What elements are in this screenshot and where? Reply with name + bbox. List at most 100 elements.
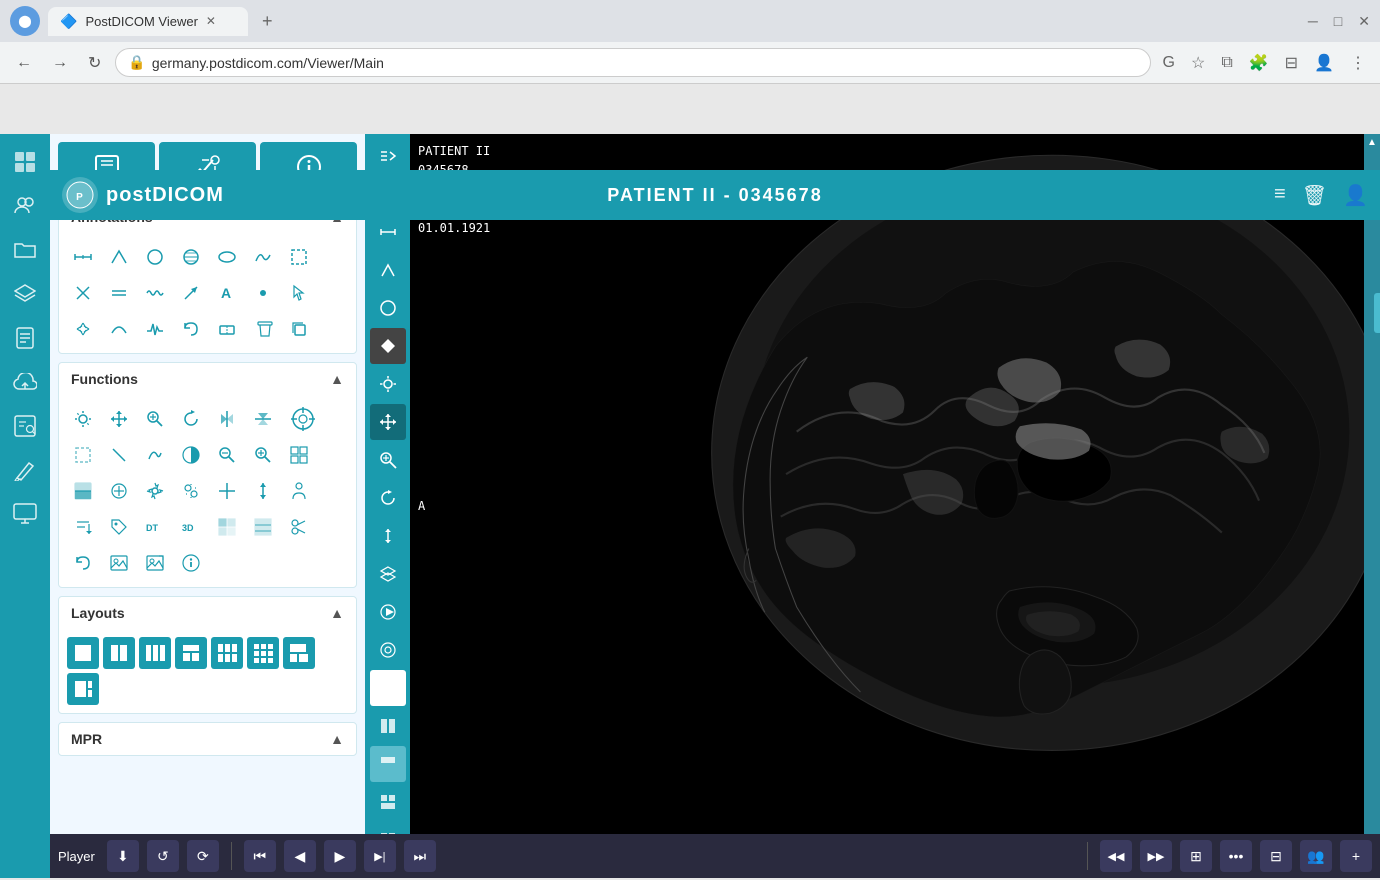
sharpen-fn-tool[interactable] <box>103 475 135 507</box>
refresh-btn[interactable]: ↻ <box>82 49 107 77</box>
ellipse-tool[interactable] <box>211 241 243 273</box>
url-input[interactable] <box>152 55 1138 71</box>
layouts-header[interactable]: Layouts ▲ <box>59 597 356 629</box>
whitebox-vtool[interactable] <box>370 670 406 706</box>
dt-fn-tool[interactable]: DT <box>139 511 171 543</box>
grid3-fn-tool[interactable] <box>247 511 279 543</box>
trash-action-icon[interactable]: 🗑 <box>1302 183 1327 208</box>
sort-fn-tool[interactable] <box>67 511 99 543</box>
functions-header[interactable]: Functions ▲ <box>59 363 356 395</box>
scroll-up-arrow[interactable]: ▲ <box>1364 134 1380 151</box>
player-prev-btn[interactable]: ◀ <box>284 840 316 872</box>
clear-tool[interactable] <box>247 313 279 345</box>
zoom-vtool[interactable] <box>370 442 406 478</box>
tag-fn-tool[interactable] <box>103 511 135 543</box>
sidebar-icon-grid[interactable] <box>5 142 45 182</box>
grid2-fn-tool[interactable] <box>211 511 243 543</box>
window-fn-tool[interactable] <box>283 439 315 471</box>
functions-toggle[interactable]: ▲ <box>330 371 344 387</box>
scissors-fn-tool[interactable] <box>283 511 315 543</box>
wave-tool[interactable] <box>139 277 171 309</box>
eraser-tool[interactable] <box>211 313 243 345</box>
close-btn[interactable]: ✕ <box>1358 13 1370 30</box>
back-btn[interactable]: ← <box>10 50 38 76</box>
bookmark-icon[interactable]: ☆ <box>1187 49 1209 77</box>
player-prev2-btn[interactable]: ◀◀ <box>1100 840 1132 872</box>
probe-fn-tool[interactable] <box>103 439 135 471</box>
arrow-tool[interactable] <box>175 277 207 309</box>
layout-grid-vtool[interactable] <box>370 784 406 820</box>
new-tab-btn[interactable]: + <box>256 9 279 34</box>
info-fn-tool[interactable] <box>175 547 207 579</box>
sidebar-icon-brush[interactable] <box>5 450 45 490</box>
player-sync-btn[interactable]: ⟳ <box>187 840 219 872</box>
contrast-fn-tool[interactable] <box>175 439 207 471</box>
user-action-icon[interactable]: 👤 <box>1343 183 1368 208</box>
cross-tool[interactable] <box>67 277 99 309</box>
viewer-area[interactable]: PATIENT II 0345678 01.01.1853 - F dzne_M… <box>410 134 1380 878</box>
texture-tool[interactable] <box>175 241 207 273</box>
profile-icon[interactable]: 👤 <box>1310 49 1338 77</box>
sidebar-icon-monitor[interactable] <box>5 494 45 534</box>
diamond-vtool[interactable] <box>370 328 406 364</box>
scroll-vtool[interactable] <box>370 518 406 554</box>
image-fn-tool[interactable] <box>103 547 135 579</box>
sidebar-icon-search-list[interactable] <box>5 406 45 446</box>
layout-sidebar-left[interactable] <box>283 637 315 669</box>
freehand2-fn-tool[interactable] <box>139 439 171 471</box>
zoom-out-fn-tool[interactable] <box>211 439 243 471</box>
sidebar-icon-users[interactable] <box>5 186 45 226</box>
roi-box-tool[interactable] <box>283 241 315 273</box>
player-grid-btn[interactable]: ⊟ <box>1260 840 1292 872</box>
multi-arrow-tool[interactable] <box>67 313 99 345</box>
layout-1x3[interactable] <box>139 637 171 669</box>
flip-h-fn-tool[interactable] <box>247 403 279 435</box>
right-scrollbar[interactable]: ▲ ▼ <box>1364 134 1380 878</box>
layout-1x1[interactable] <box>67 637 99 669</box>
circle-tool[interactable] <box>139 241 171 273</box>
ellipse-vtool[interactable] <box>370 290 406 326</box>
settings2-fn-tool[interactable] <box>175 475 207 507</box>
image2-fn-tool[interactable] <box>139 547 171 579</box>
extension-icon[interactable]: 🧩 <box>1245 49 1273 77</box>
player-play-btn[interactable]: ▶ <box>324 840 356 872</box>
mpr-header[interactable]: MPR ▲ <box>59 723 356 755</box>
ecg-tool[interactable] <box>139 313 171 345</box>
magnify-fn-tool[interactable] <box>139 403 171 435</box>
player-download-btn[interactable]: ⬇ <box>107 840 139 872</box>
forward-btn[interactable]: → <box>46 50 74 76</box>
angle-tool[interactable] <box>103 241 135 273</box>
brightness-fn-tool[interactable] <box>67 403 99 435</box>
move-vtool[interactable] <box>370 404 406 440</box>
pointer-tool[interactable] <box>283 277 315 309</box>
negative-fn-tool[interactable] <box>67 475 99 507</box>
double-line-tool[interactable] <box>103 277 135 309</box>
player-add-btn[interactable]: + <box>1340 840 1372 872</box>
layout-2x3[interactable] <box>211 637 243 669</box>
layout-1x2[interactable] <box>103 637 135 669</box>
rotate-fn-tool[interactable] <box>175 403 207 435</box>
player-next2-btn[interactable]: ▶▶ <box>1140 840 1172 872</box>
reset-vtool[interactable] <box>370 480 406 516</box>
list-action-icon[interactable]: ≡ <box>1274 183 1286 208</box>
move-fn-tool[interactable] <box>211 475 243 507</box>
layout-3x3[interactable] <box>247 637 279 669</box>
cine2-vtool[interactable] <box>370 632 406 668</box>
collapse-vtool[interactable] <box>370 138 406 174</box>
settings-fn-tool[interactable] <box>139 475 171 507</box>
crosshair-fn-tool[interactable] <box>283 403 323 435</box>
mpr-toggle[interactable]: ▲ <box>330 731 344 747</box>
text-tool[interactable]: A <box>211 277 243 309</box>
scroll-thumb[interactable] <box>1374 293 1380 333</box>
restore-btn[interactable]: □ <box>1334 13 1342 30</box>
freehand-tool[interactable] <box>247 241 279 273</box>
player-more-btn[interactable]: ••• <box>1220 840 1252 872</box>
sidebar-icon-layers[interactable] <box>5 274 45 314</box>
layout-h-vtool[interactable] <box>370 746 406 782</box>
angle-vtool[interactable] <box>370 252 406 288</box>
menu-icon[interactable]: ⋮ <box>1346 49 1370 77</box>
3d-fn-tool[interactable]: 3D <box>175 511 207 543</box>
curve-tool[interactable] <box>103 313 135 345</box>
ruler-tool[interactable] <box>67 241 99 273</box>
sidebar-icon-notes[interactable] <box>5 318 45 358</box>
